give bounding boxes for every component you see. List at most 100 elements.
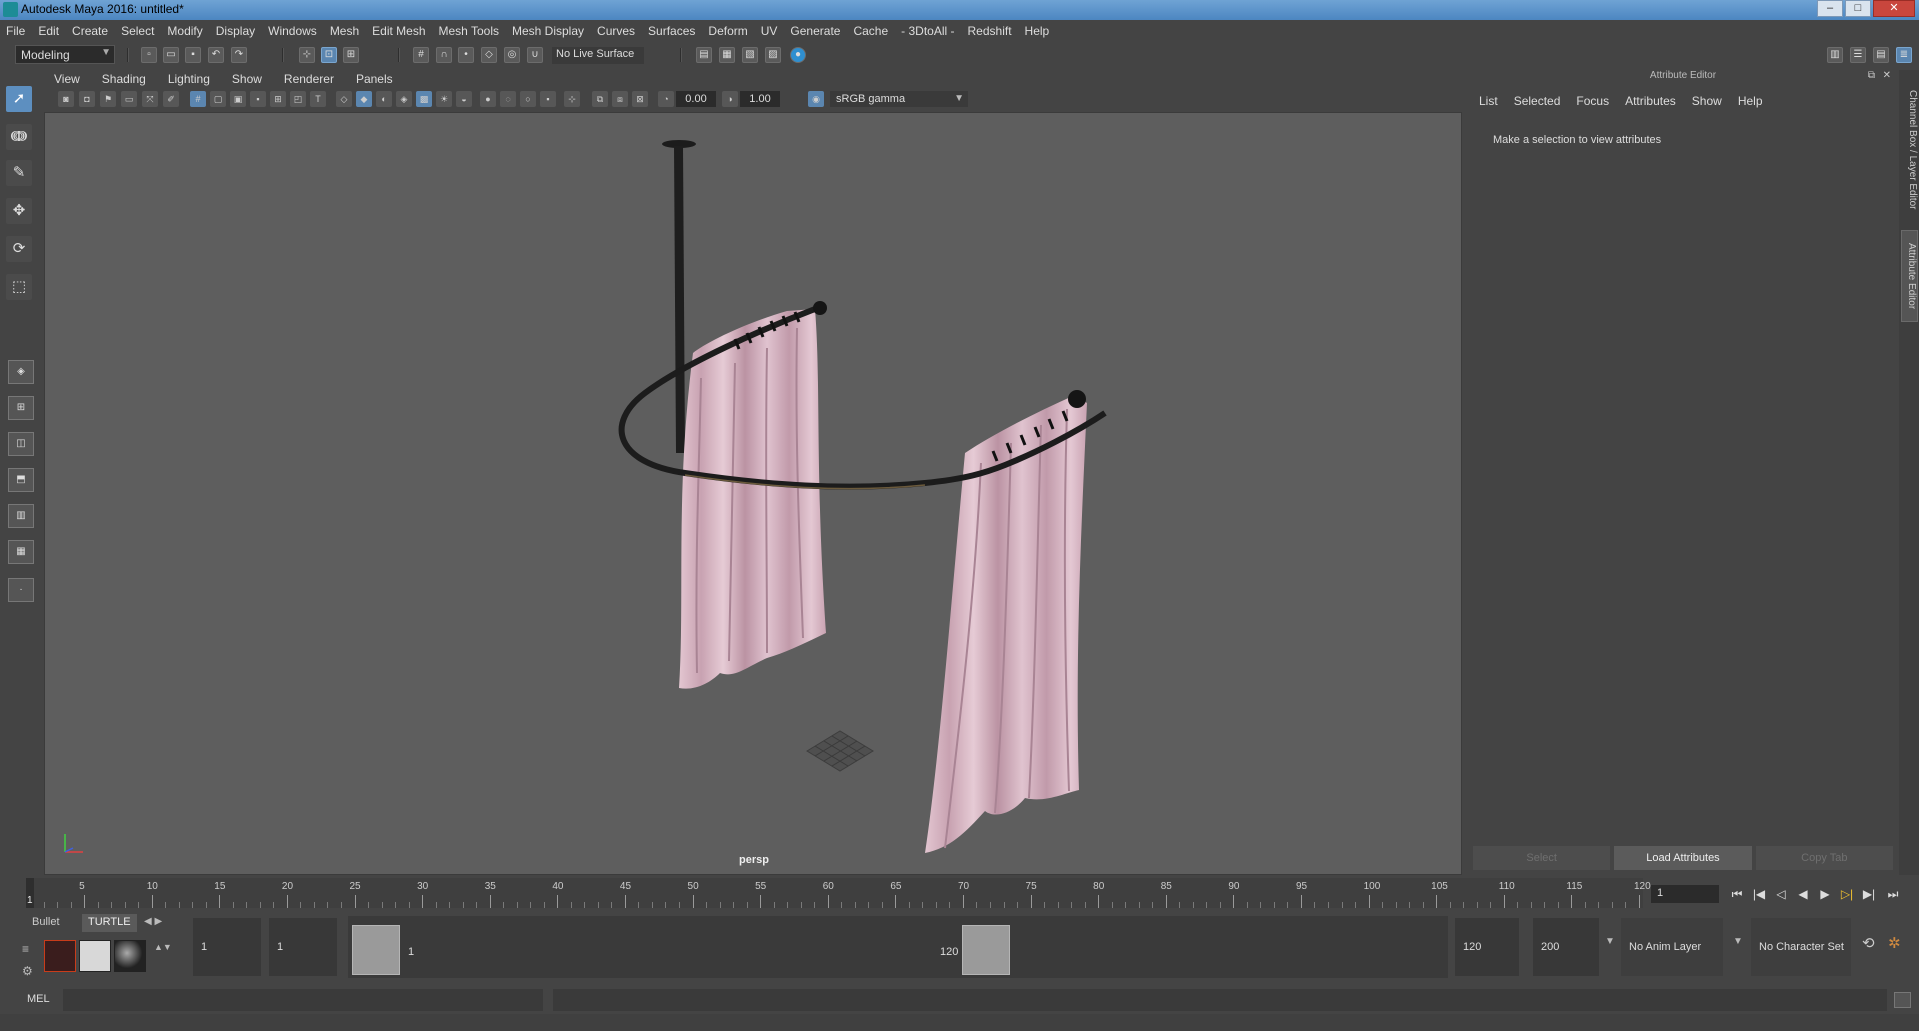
- ae-menu-list[interactable]: List: [1479, 94, 1498, 108]
- menu-edit[interactable]: Edit: [38, 24, 59, 38]
- select-by-component-icon[interactable]: ⊞: [343, 47, 359, 63]
- script-editor-icon[interactable]: [1894, 992, 1911, 1008]
- auto-key-icon[interactable]: ⟲: [1862, 934, 1875, 952]
- select-by-object-icon[interactable]: ⊡: [321, 47, 337, 63]
- viewport-menu-panels[interactable]: Panels: [356, 72, 393, 86]
- anim-layer-dropdown[interactable]: No Anim Layer: [1621, 918, 1723, 976]
- ipr-render-icon[interactable]: ▧: [742, 47, 758, 63]
- snap-to-point-icon[interactable]: •: [458, 47, 474, 63]
- menu-modify[interactable]: Modify: [167, 24, 202, 38]
- shelf-scroll-arrows-icon[interactable]: ◀ ▶: [144, 916, 162, 927]
- play-forwards-icon[interactable]: ▶: [1816, 886, 1834, 902]
- command-input[interactable]: [63, 989, 543, 1011]
- grid-icon[interactable]: #: [190, 91, 206, 107]
- script-language-toggle[interactable]: MEL: [27, 993, 50, 1005]
- menu-set-dropdown[interactable]: Modeling ▼: [15, 45, 115, 64]
- range-end-handle[interactable]: [962, 925, 1010, 975]
- menu-display[interactable]: Display: [216, 24, 255, 38]
- single-perspective-layout-icon[interactable]: ◈: [8, 360, 34, 384]
- menu-generate[interactable]: Generate: [790, 24, 840, 38]
- smooth-shade-icon[interactable]: ◆: [356, 91, 372, 107]
- select-button[interactable]: Select: [1473, 846, 1611, 870]
- use-default-material-icon[interactable]: ◐: [376, 91, 392, 107]
- viewport-menu-shading[interactable]: Shading: [102, 72, 146, 86]
- minimize-button[interactable]: –: [1817, 0, 1843, 17]
- exposure-icon[interactable]: ◑: [722, 91, 738, 107]
- shelf-tab-turtle[interactable]: TURTLE: [82, 914, 137, 932]
- close-button[interactable]: ✕: [1873, 0, 1915, 17]
- go-to-end-icon[interactable]: ⏭: [1884, 886, 1902, 902]
- gamma-icon[interactable]: ◔: [658, 91, 674, 107]
- menu-cache[interactable]: Cache: [853, 24, 888, 38]
- persp-graph-layout-icon[interactable]: ⬒: [8, 468, 34, 492]
- more-layouts-icon[interactable]: ·: [8, 578, 34, 602]
- hypershade-layout-icon[interactable]: ▦: [8, 540, 34, 564]
- undo-icon[interactable]: ↶: [208, 47, 224, 63]
- menu-3dtoall[interactable]: - 3DtoAll -: [901, 24, 954, 38]
- menu-mesh-tools[interactable]: Mesh Tools: [439, 24, 499, 38]
- safe-action-icon[interactable]: ◰: [290, 91, 306, 107]
- redo-icon[interactable]: ↷: [231, 47, 247, 63]
- range-slider[interactable]: 1 120: [348, 916, 1448, 978]
- save-scene-icon[interactable]: ▪: [185, 47, 201, 63]
- open-scene-icon[interactable]: ▭: [163, 47, 179, 63]
- load-attributes-button[interactable]: Load Attributes: [1614, 846, 1752, 870]
- menu-curves[interactable]: Curves: [597, 24, 635, 38]
- viewport-menu-renderer[interactable]: Renderer: [284, 72, 334, 86]
- screen-space-ao-icon[interactable]: ●: [480, 91, 496, 107]
- shelf-settings-icon[interactable]: ⚙: [22, 964, 33, 978]
- menu-select[interactable]: Select: [121, 24, 154, 38]
- go-to-start-icon[interactable]: ⏮: [1728, 886, 1746, 902]
- character-set-dropdown[interactable]: No Character Set: [1751, 918, 1851, 976]
- animation-preferences-icon[interactable]: ✲: [1888, 934, 1901, 952]
- step-forward-frame-icon[interactable]: ▷|: [1838, 886, 1856, 902]
- play-backwards-icon[interactable]: ◀: [1794, 886, 1812, 902]
- outliner-layout-icon[interactable]: ▥: [8, 504, 34, 528]
- step-back-frame-icon[interactable]: ◁: [1772, 886, 1790, 902]
- four-view-layout-icon[interactable]: ⊞: [8, 396, 34, 420]
- safe-title-icon[interactable]: T: [310, 91, 326, 107]
- tab-channel-box[interactable]: Channel Box / Layer Editor: [1901, 80, 1918, 220]
- maximize-button[interactable]: □: [1845, 0, 1871, 17]
- isolate-select-icon[interactable]: ⊹: [564, 91, 580, 107]
- menu-windows[interactable]: Windows: [268, 24, 317, 38]
- anti-aliasing-icon[interactable]: ○: [520, 91, 536, 107]
- shelf-scroll-icon[interactable]: ▲▼: [154, 942, 172, 952]
- bookmark-icon[interactable]: ⚑: [100, 91, 116, 107]
- float-panel-icon[interactable]: ⧉: [1868, 70, 1875, 81]
- chevron-down-icon[interactable]: ▼: [1605, 936, 1615, 947]
- paint-select-tool-icon[interactable]: ✎: [6, 160, 32, 186]
- color-space-dropdown[interactable]: sRGB gamma ▼: [830, 91, 968, 107]
- animation-start-field[interactable]: 1: [193, 918, 261, 976]
- snap-to-grid-icon[interactable]: #: [413, 47, 429, 63]
- menu-file[interactable]: File: [6, 24, 25, 38]
- viewport-menu-view[interactable]: View: [54, 72, 80, 86]
- tab-attribute-editor[interactable]: Attribute Editor: [1901, 230, 1918, 322]
- motion-blur-icon[interactable]: ◌: [500, 91, 516, 107]
- grease-pencil-icon[interactable]: ✐: [163, 91, 179, 107]
- select-camera-icon[interactable]: ◙: [58, 91, 74, 107]
- menu-help[interactable]: Help: [1025, 24, 1050, 38]
- tool-settings-icon[interactable]: ▤: [1873, 47, 1889, 63]
- playback-start-field[interactable]: 1: [269, 918, 337, 976]
- render-view-icon[interactable]: ▤: [696, 47, 712, 63]
- menu-mesh[interactable]: Mesh: [330, 24, 359, 38]
- turtle-bake-icon[interactable]: [79, 940, 111, 972]
- wireframe-icon[interactable]: ◇: [336, 91, 352, 107]
- film-gate-icon[interactable]: ▢: [210, 91, 226, 107]
- menu-redshift[interactable]: Redshift: [968, 24, 1012, 38]
- shadows-icon[interactable]: ◒: [456, 91, 472, 107]
- xray-icon[interactable]: ⧉: [592, 91, 608, 107]
- ae-menu-selected[interactable]: Selected: [1514, 94, 1561, 108]
- rotate-tool-icon[interactable]: ⟳: [6, 236, 32, 262]
- scale-tool-icon[interactable]: ⬚: [6, 274, 32, 300]
- time-slider[interactable]: 1 5 10 15 20 25 30 35 40 45 50 55 60 65 70 75 80 85 90 95 1…: [26, 878, 1651, 908]
- gate-mask-icon[interactable]: ▪: [250, 91, 266, 107]
- magnet-icon[interactable]: ∪: [527, 47, 543, 63]
- camera-attributes-icon[interactable]: ◘: [79, 91, 95, 107]
- perspective-viewport[interactable]: persp: [44, 112, 1462, 875]
- playback-end-field[interactable]: 120: [1455, 918, 1519, 976]
- hypershade-icon[interactable]: ●: [790, 47, 806, 63]
- channel-box-icon[interactable]: ≣: [1896, 47, 1912, 63]
- copy-tab-button[interactable]: Copy Tab: [1755, 846, 1893, 870]
